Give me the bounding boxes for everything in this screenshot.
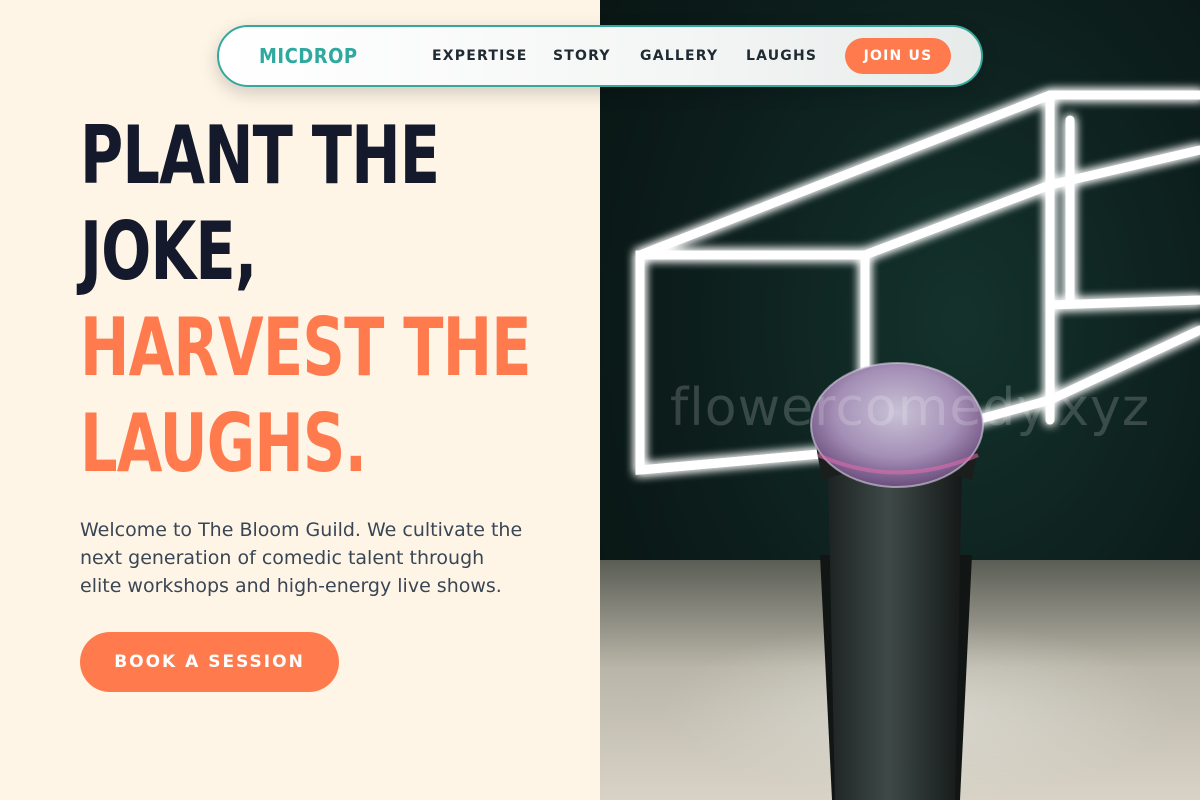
hero-headline: PLANT THE JOKE, HARVEST THE LAUGHS. — [80, 108, 532, 492]
nav-link-laughs[interactable]: LAUGHS — [746, 48, 817, 64]
image-watermark: flowercomedy.xyz — [670, 378, 1151, 438]
nav-link-gallery[interactable]: GALLERY — [640, 48, 718, 64]
nav-link-story[interactable]: STORY — [553, 48, 611, 64]
hero-image-panel: flowercomedy.xyz — [600, 0, 1200, 800]
join-us-button[interactable]: JOIN US — [845, 38, 951, 74]
top-navbar: MICDROP EXPERTISE STORY GALLERY LAUGHS J… — [217, 25, 983, 87]
headline-accent-line: HARVEST THE — [80, 301, 532, 394]
book-session-button[interactable]: BOOK A SESSION — [80, 632, 339, 692]
headline-line: PLANT THE — [80, 109, 440, 202]
hero-intro-text: Welcome to The Bloom Guild. We cultivate… — [80, 519, 523, 597]
headline-accent-line: LAUGHS. — [80, 397, 367, 490]
nav-link-expertise[interactable]: EXPERTISE — [432, 48, 528, 64]
headline-line: JOKE, — [80, 205, 257, 298]
brand-logo[interactable]: MICDROP — [259, 44, 358, 68]
